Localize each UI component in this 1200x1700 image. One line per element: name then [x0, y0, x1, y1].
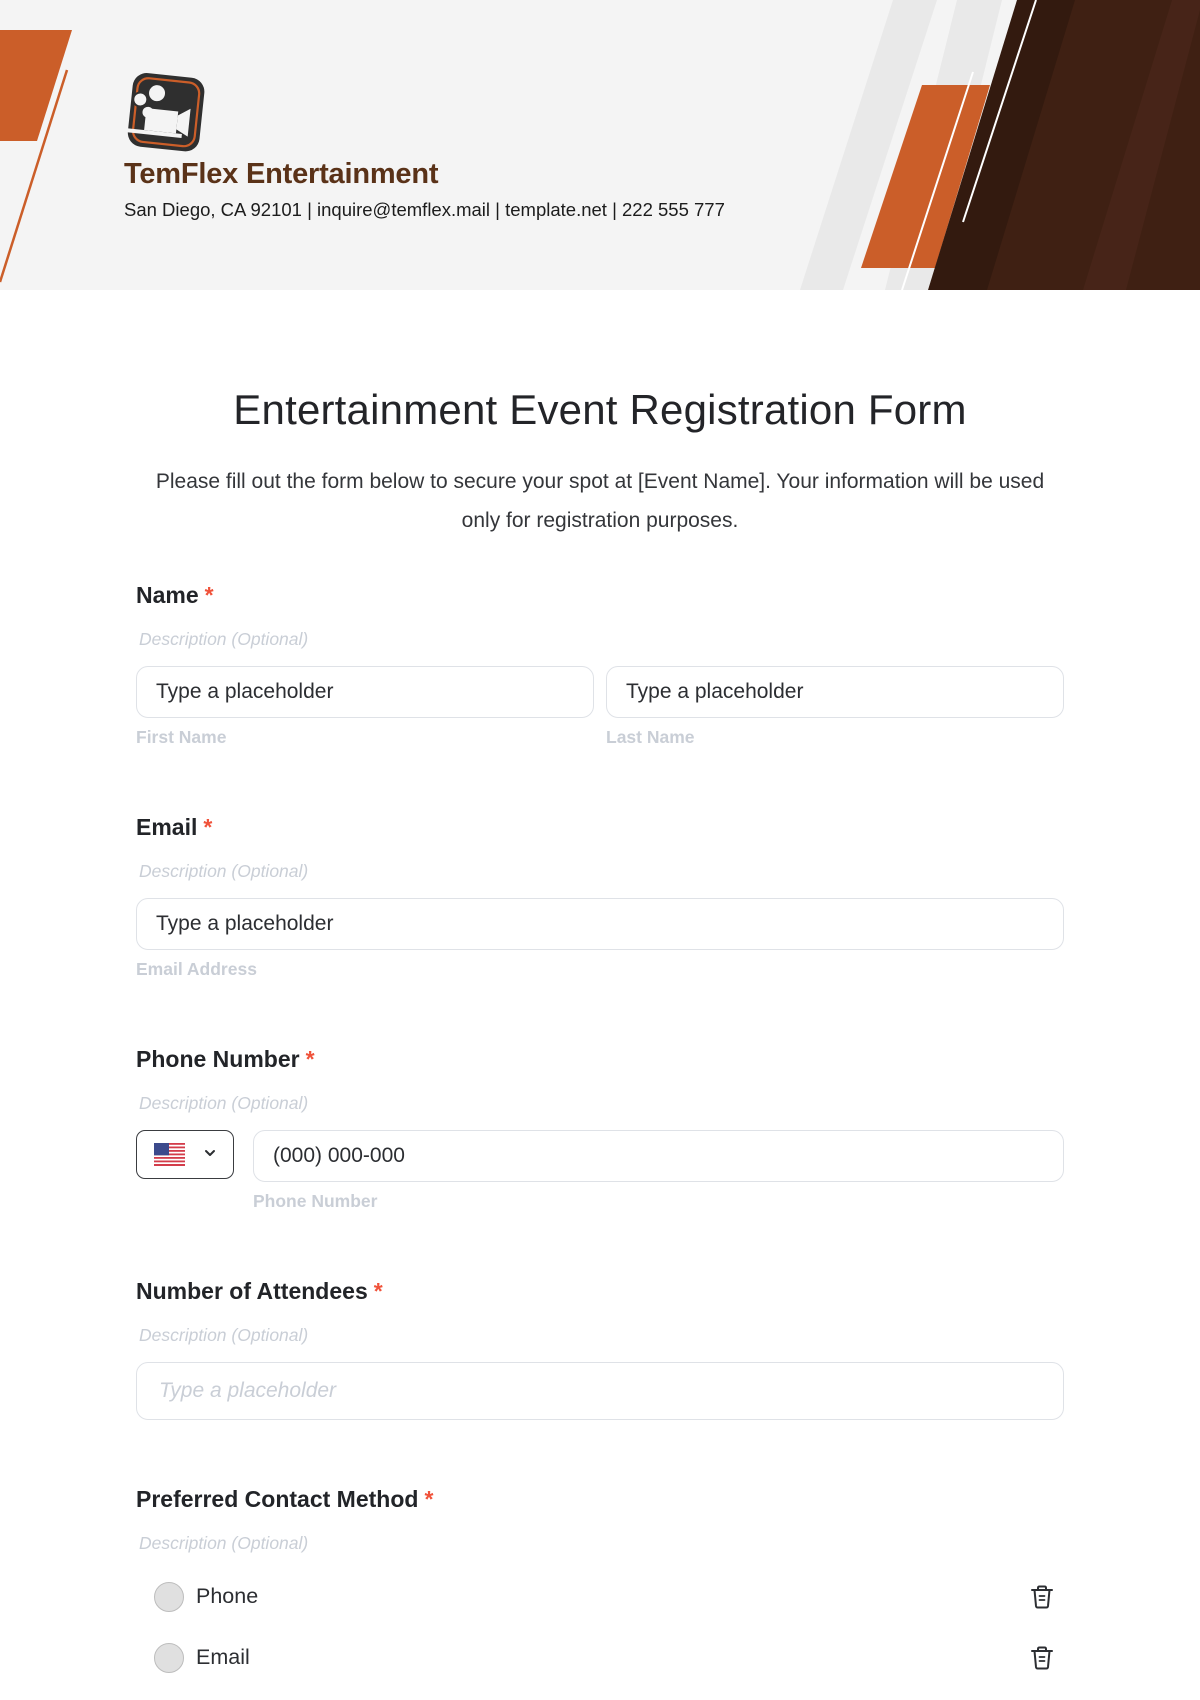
- name-label-text: Name: [136, 582, 199, 608]
- attendees-input[interactable]: Type a placeholder: [136, 1362, 1064, 1420]
- phone-field-label: Phone Number *: [136, 1046, 315, 1073]
- phone-label-text: Phone Number: [136, 1046, 300, 1072]
- letterhead-header: TemFlex Entertainment San Diego, CA 9210…: [0, 0, 1200, 290]
- radio-button[interactable]: [154, 1643, 184, 1673]
- chevron-down-icon: [205, 1150, 215, 1156]
- radio-option-email[interactable]: Email: [154, 1638, 1066, 1678]
- email-description: Description (Optional): [139, 861, 309, 881]
- first-name-input[interactable]: Type a placeholder: [136, 666, 594, 718]
- form-intro: Please fill out the form below to secure…: [155, 470, 1045, 532]
- film-camera-icon: [121, 73, 205, 152]
- trash-icon[interactable]: [1028, 1644, 1056, 1672]
- us-flag-icon: [154, 1143, 185, 1166]
- required-asterisk: *: [305, 1046, 315, 1072]
- first-name-helper: First Name: [136, 727, 227, 747]
- phone-input[interactable]: (000) 000-000: [253, 1130, 1064, 1182]
- country-code-select[interactable]: [136, 1130, 234, 1179]
- name-description: Description (Optional): [139, 629, 309, 649]
- contact-method-description: Description (Optional): [139, 1533, 309, 1553]
- attendees-field-label: Number of Attendees *: [136, 1278, 383, 1305]
- radio-button[interactable]: [154, 1582, 184, 1612]
- form-title: Entertainment Event Registration Form: [233, 386, 967, 433]
- company-contact-line: San Diego, CA 92101 | inquire@temflex.ma…: [124, 199, 725, 220]
- email-field-label: Email *: [136, 814, 212, 841]
- company-name: TemFlex Entertainment: [124, 158, 439, 190]
- radio-label: Email: [196, 1645, 250, 1669]
- required-asterisk: *: [424, 1486, 434, 1512]
- name-field-label: Name *: [136, 582, 214, 609]
- email-input[interactable]: Type a placeholder: [136, 898, 1064, 950]
- contact-method-label-text: Preferred Contact Method: [136, 1486, 419, 1512]
- required-asterisk: *: [203, 814, 213, 840]
- email-helper: Email Address: [136, 959, 257, 979]
- attendees-description: Description (Optional): [139, 1325, 309, 1345]
- email-label-text: Email: [136, 814, 198, 840]
- phone-helper: Phone Number: [253, 1191, 378, 1211]
- contact-method-field-label: Preferred Contact Method *: [136, 1486, 433, 1513]
- radio-label: Phone: [196, 1584, 259, 1608]
- phone-description: Description (Optional): [139, 1093, 309, 1113]
- required-asterisk: *: [373, 1278, 383, 1304]
- required-asterisk: *: [204, 582, 214, 608]
- attendees-label-text: Number of Attendees: [136, 1278, 368, 1304]
- last-name-helper: Last Name: [606, 727, 695, 747]
- last-name-input[interactable]: Type a placeholder: [606, 666, 1064, 718]
- radio-option-phone[interactable]: Phone: [154, 1577, 1066, 1617]
- trash-icon[interactable]: [1028, 1583, 1056, 1611]
